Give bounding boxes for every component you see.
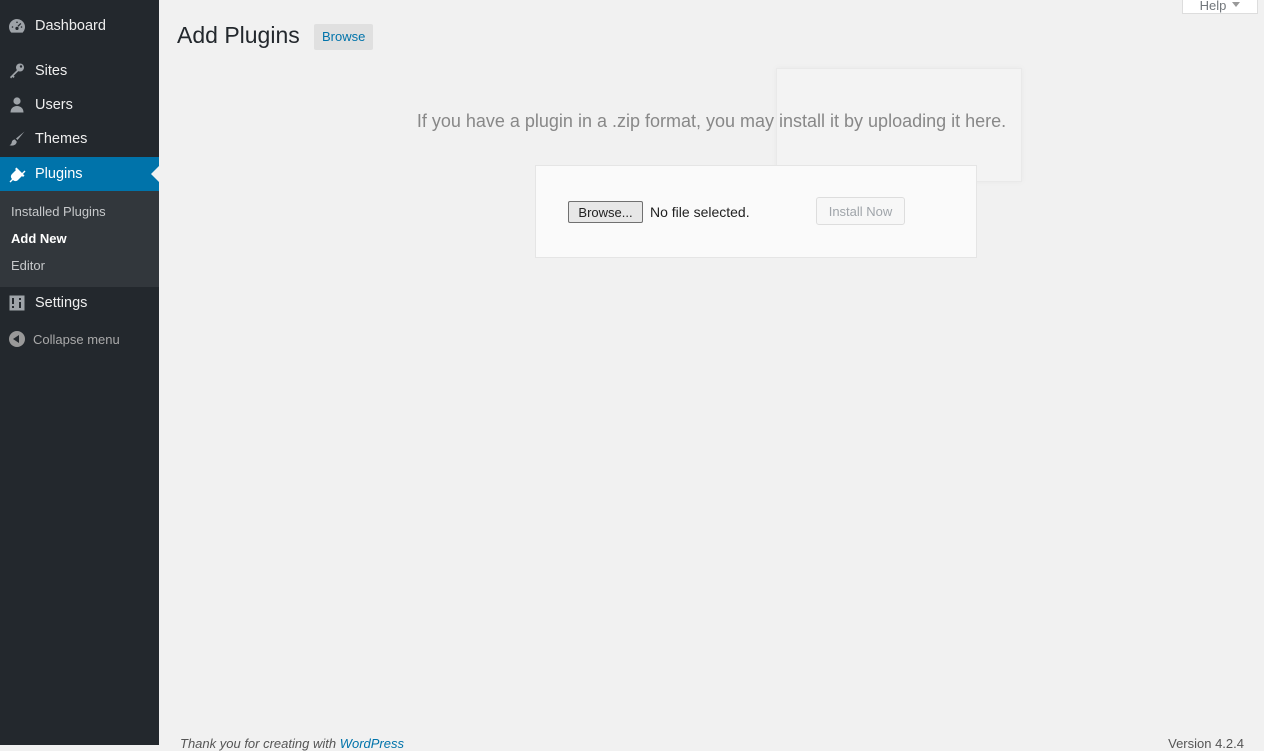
user-icon xyxy=(10,97,24,113)
dashboard-icon xyxy=(9,19,25,33)
admin-sidebar: Dashboard Sites Users Themes Plugins Ins… xyxy=(0,0,159,745)
file-status-text: No file selected. xyxy=(650,204,750,220)
sidebar-item-label: Dashboard xyxy=(35,18,106,34)
upload-plugin-form: Browse... No file selected. Install Now xyxy=(535,165,977,258)
sidebar-item-themes[interactable]: Themes xyxy=(0,122,159,156)
caret-down-icon xyxy=(1232,2,1241,7)
settings-icon xyxy=(9,295,25,311)
collapse-menu-button[interactable]: Collapse menu xyxy=(0,326,159,352)
sidebar-item-plugins[interactable]: Plugins xyxy=(0,157,159,191)
help-tab-label: Help xyxy=(1199,0,1227,13)
page-title: Add Plugins xyxy=(177,22,300,48)
brush-icon xyxy=(9,131,25,146)
browse-file-button[interactable]: Browse... xyxy=(568,201,643,223)
sidebar-item-sites[interactable]: Sites xyxy=(0,54,159,88)
key-icon xyxy=(10,63,24,79)
collapse-menu-label: Collapse menu xyxy=(33,331,120,347)
sidebar-item-label: Themes xyxy=(35,131,88,147)
upload-instructions: If you have a plugin in a .zip format, y… xyxy=(416,111,1007,131)
submenu-item-installed-plugins[interactable]: Installed Plugins xyxy=(11,204,106,219)
plugin-icon xyxy=(9,166,26,183)
submenu-item-add-new[interactable]: Add New xyxy=(11,231,67,246)
browse-plugins-button[interactable]: Browse xyxy=(314,24,374,50)
sidebar-item-label: Users xyxy=(35,97,73,113)
install-now-button[interactable]: Install Now xyxy=(816,197,905,225)
sidebar-item-users[interactable]: Users xyxy=(0,88,159,122)
sidebar-item-dashboard[interactable]: Dashboard xyxy=(0,9,159,43)
footer-thanks: Thank you for creating with WordPress xyxy=(180,736,404,751)
wordpress-link[interactable]: WordPress xyxy=(340,736,404,751)
sidebar-item-label: Sites xyxy=(35,63,68,79)
footer-thanks-text: Thank you for creating with xyxy=(180,736,340,751)
plugins-submenu: Installed Plugins Add New Editor xyxy=(0,191,159,287)
collapse-arrow-icon xyxy=(9,331,25,347)
sidebar-item-label: Plugins xyxy=(35,166,83,182)
footer-version: Version 4.2.4 xyxy=(1168,736,1244,751)
submenu-item-editor[interactable]: Editor xyxy=(11,258,45,273)
sidebar-item-settings[interactable]: Settings xyxy=(0,286,159,320)
sidebar-item-label: Settings xyxy=(35,295,88,311)
help-tab-button[interactable]: Help xyxy=(1182,0,1258,14)
